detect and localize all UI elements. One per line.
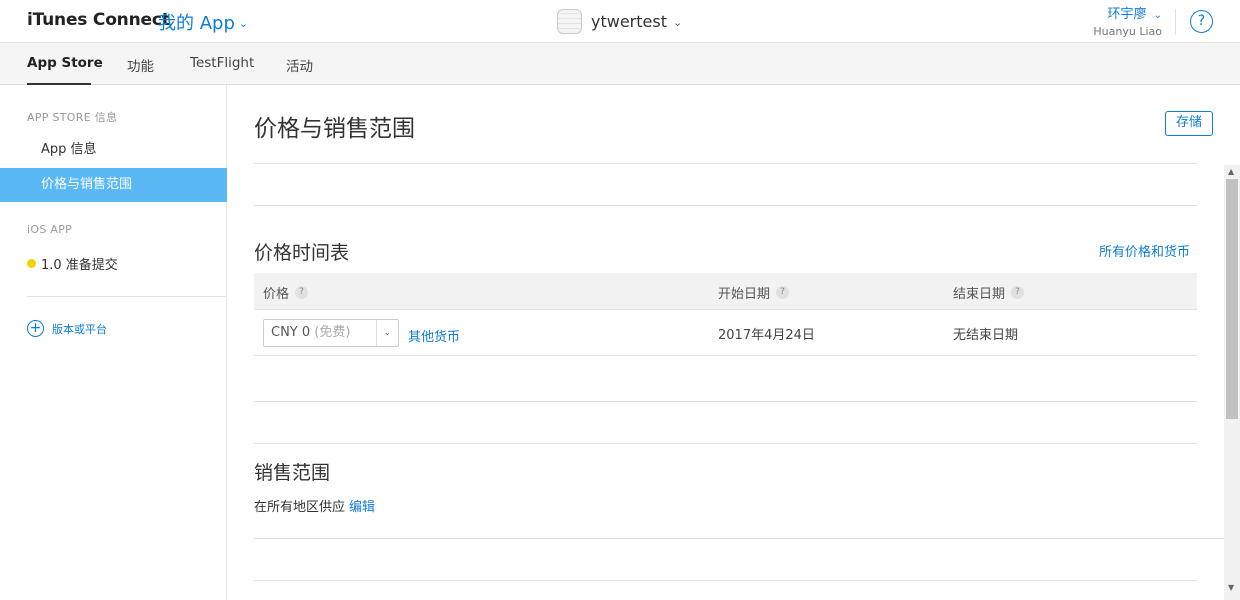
add-version-label: 版本或平台 xyxy=(52,322,107,336)
divider xyxy=(254,205,1197,206)
app-switcher[interactable]: ytwertest ⌄ xyxy=(557,9,682,34)
main-content: 价格与销售范围 存储 价格时间表 所有价格和货币 价格 ? 开始日期 ? 结束日… xyxy=(227,85,1224,600)
help-icon[interactable]: ? xyxy=(1190,10,1213,33)
user-name-en: Huanyu Liao xyxy=(1093,25,1162,38)
my-app-menu[interactable]: 我的 App ⌄ xyxy=(158,9,248,35)
save-button[interactable]: 存储 xyxy=(1165,111,1213,136)
tab-features[interactable]: 功能 xyxy=(127,55,154,75)
sidebar: APP STORE 信息 App 信息 价格与销售范围 iOS APP 1.0 … xyxy=(0,85,227,600)
scrollbar[interactable]: ▲ ▼ xyxy=(1224,165,1240,600)
edit-link[interactable]: 编辑 xyxy=(349,500,375,515)
plus-circle-icon: + xyxy=(27,320,44,337)
column-label: 价格 xyxy=(263,287,290,302)
price-value: CNY 0 xyxy=(271,325,311,340)
user-name-cn: 环宇廖 ⌄ xyxy=(1093,3,1162,22)
schedule-title: 价格时间表 xyxy=(254,242,350,264)
price-select[interactable]: CNY 0 (免费) ⌄ xyxy=(263,319,399,347)
sidebar-section-app-store: APP STORE 信息 xyxy=(27,111,118,124)
my-app-label: 我的 App xyxy=(158,13,235,34)
brand-title: iTunes Connect xyxy=(27,10,170,30)
page-title: 价格与销售范围 xyxy=(254,116,415,142)
all-prices-link[interactable]: 所有价格和货币 xyxy=(1099,241,1190,260)
app-name: ytwertest xyxy=(591,12,667,31)
price-note: (免费) xyxy=(314,325,351,340)
tab-activity[interactable]: 活动 xyxy=(286,55,313,75)
chevron-down-icon: ⌄ xyxy=(376,320,398,346)
help-icon[interactable]: ? xyxy=(1011,286,1025,299)
table-row: CNY 0 (免费) ⌄ 其他货币 2017年4月24日 无结束日期 xyxy=(254,310,1197,356)
divider xyxy=(254,163,1197,164)
chevron-down-icon: ⌄ xyxy=(1153,10,1162,21)
help-icon[interactable]: ? xyxy=(295,286,309,299)
status-dot-icon xyxy=(27,259,36,268)
end-date: 无结束日期 xyxy=(953,328,1019,343)
scroll-down-icon[interactable]: ▼ xyxy=(1228,583,1234,592)
scroll-up-icon[interactable]: ▲ xyxy=(1228,167,1234,176)
sales-availability: 在所有地区供应 编辑 xyxy=(254,496,375,515)
main-nav: App Store 功能 TestFlight 活动 xyxy=(0,43,1240,85)
column-header-price: 价格 ? xyxy=(263,283,309,302)
tab-app-store[interactable]: App Store xyxy=(27,55,103,71)
tab-testflight[interactable]: TestFlight xyxy=(190,55,254,71)
top-header: iTunes Connect 我的 App ⌄ ytwertest ⌄ 环宇廖 … xyxy=(0,0,1240,43)
header-divider xyxy=(1175,9,1176,35)
table-header: 价格 ? 开始日期 ? 结束日期 ? xyxy=(254,273,1197,310)
chevron-down-icon: ⌄ xyxy=(672,16,683,29)
sidebar-divider xyxy=(27,296,226,297)
help-icon[interactable]: ? xyxy=(776,286,790,299)
user-name-label: 环宇廖 xyxy=(1107,7,1147,22)
divider xyxy=(254,443,1197,444)
sales-title: 销售范围 xyxy=(254,462,331,484)
column-header-start-date: 开始日期 ? xyxy=(718,283,790,302)
divider xyxy=(254,401,1197,402)
sales-text: 在所有地区供应 xyxy=(254,500,346,515)
divider xyxy=(254,538,1224,539)
add-version-button[interactable]: + 版本或平台 xyxy=(27,320,107,337)
divider xyxy=(254,580,1197,581)
sidebar-item-pricing[interactable]: 价格与销售范围 xyxy=(0,168,227,202)
scroll-thumb[interactable] xyxy=(1226,179,1238,419)
sidebar-section-ios: iOS APP xyxy=(27,223,73,236)
column-label: 开始日期 xyxy=(718,287,771,302)
sidebar-item-app-info[interactable]: App 信息 xyxy=(0,133,227,167)
column-header-end-date: 结束日期 ? xyxy=(953,283,1025,302)
user-menu[interactable]: 环宇廖 ⌄ Huanyu Liao xyxy=(1093,3,1162,38)
sidebar-item-version[interactable]: 1.0 准备提交 xyxy=(41,254,118,273)
chevron-down-icon: ⌄ xyxy=(238,17,249,30)
other-currency-link[interactable]: 其他货币 xyxy=(408,326,460,345)
start-date: 2017年4月24日 xyxy=(718,328,815,343)
column-label: 结束日期 xyxy=(953,287,1006,302)
app-icon xyxy=(557,9,582,34)
